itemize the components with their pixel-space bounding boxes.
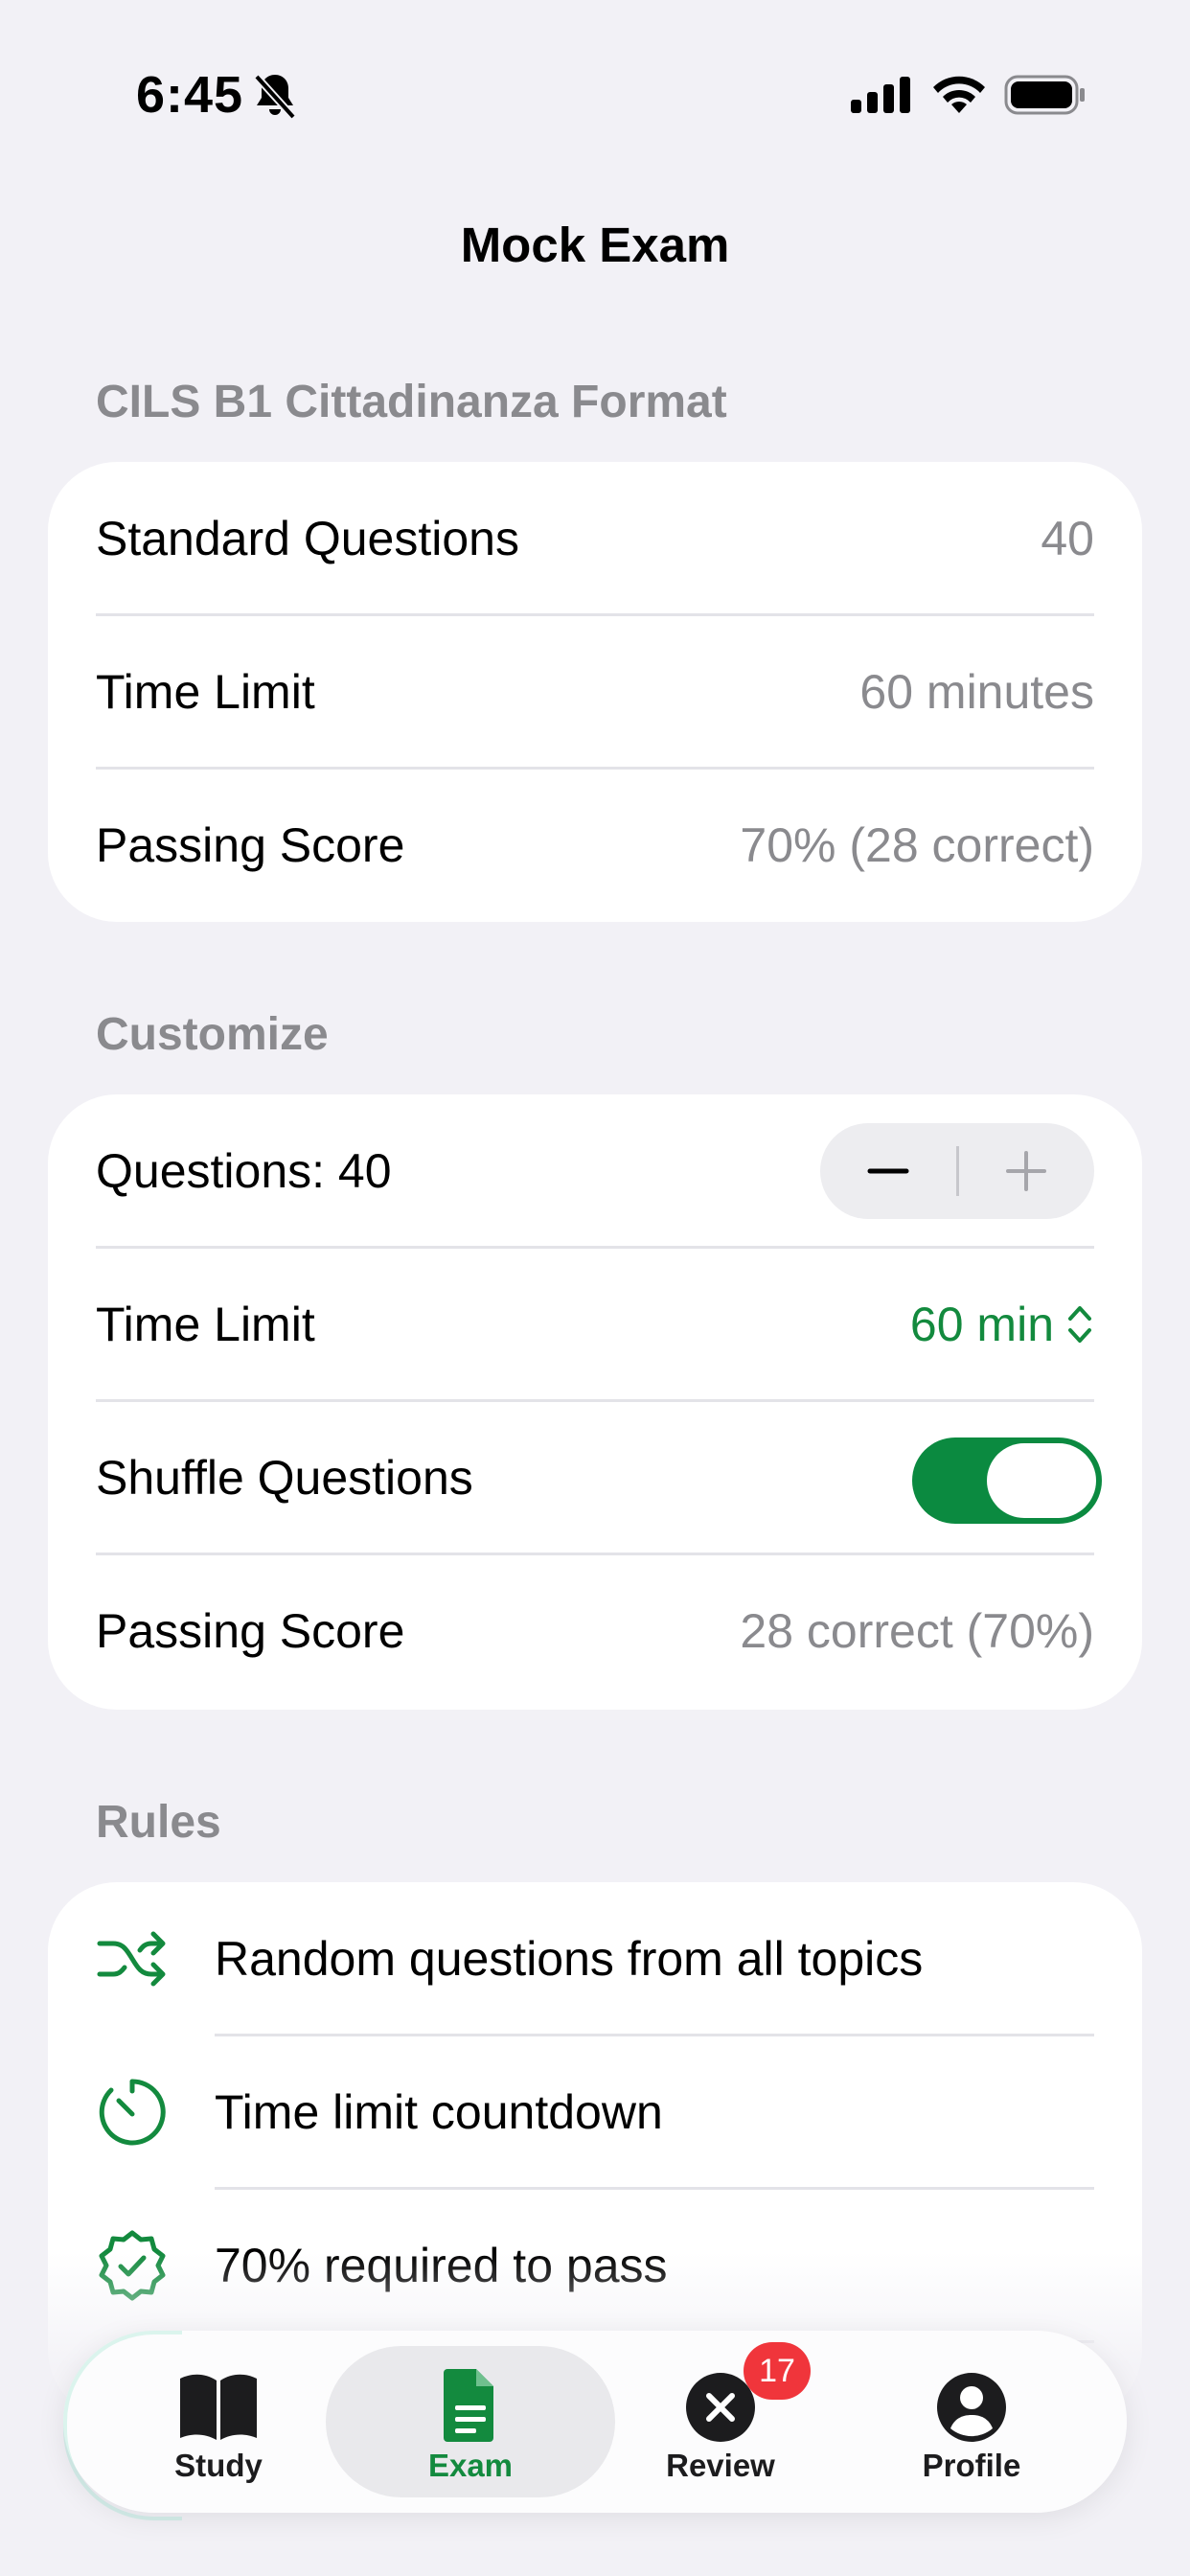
document-icon [444,2369,493,2442]
customize-card: Questions: 40 Time Limit 60 min Shuffle … [48,1094,1142,1710]
time-limit-picker[interactable]: 60 min [910,1297,1094,1352]
tab-label: Profile [922,2448,1021,2483]
rule-text: Time limit countdown [215,2085,663,2139]
shuffle-toggle[interactable] [912,1438,1102,1524]
customize-section-header: Customize [96,1009,329,1060]
format-section-header: CILS B1 Cittadinanza Format [96,377,727,427]
cellular-signal-icon [851,77,910,113]
tab-exam[interactable]: Exam [355,2331,585,2513]
rule-text: Random questions from all topics [215,1932,924,1986]
shuffle-row: Shuffle Questions [96,1401,1102,1554]
battery-icon [1004,75,1085,115]
time-limit-picker-row[interactable]: Time Limit 60 min [96,1248,1094,1401]
row-value: 28 correct (70%) [740,1604,1094,1658]
bell-slash-icon [254,74,296,120]
tab-label: Exam [427,2448,514,2483]
shuffle-label: Shuffle Questions [96,1451,473,1505]
page-title: Mock Exam [460,218,730,272]
shuffle-icon [97,1931,166,1987]
format-card: Standard Questions 40 Time Limit 60 minu… [48,462,1142,922]
book-icon [180,2374,257,2440]
rule-item: Time limit countdown [48,2036,1142,2189]
tab-label: Review [666,2448,775,2483]
status-bar: 6:45 [0,0,1190,192]
time-limit-value: 60 min [909,1298,1054,1351]
review-badge: 17 [744,2342,811,2400]
questions-count-label: Questions: 40 [96,1144,392,1198]
standard-questions-row: Standard Questions 40 [96,462,1094,615]
person-circle-icon [937,2373,1006,2442]
questions-stepper [820,1123,1094,1219]
row-label: Passing Score [96,1604,405,1658]
toggle-knob [987,1443,1096,1518]
increment-button[interactable] [958,1123,1094,1219]
rules-section-header: Rules [96,1797,221,1848]
custom-passing-score-row: Passing Score 28 correct (70%) [96,1554,1094,1708]
row-value: 40 [1041,512,1094,565]
row-label: Passing Score [96,818,405,872]
row-label: Standard Questions [96,512,519,565]
passing-score-row: Passing Score 70% (28 correct) [96,769,1094,922]
tab-bar: Study Exam Review Profile [63,2331,1127,2513]
row-label: Time Limit [96,665,315,719]
wifi-icon [933,76,985,113]
decrement-button[interactable] [820,1123,956,1219]
row-value: 60 minutes [859,665,1094,719]
tab-profile[interactable]: Profile [857,2331,1087,2513]
timer-icon [99,2079,166,2146]
time-limit-label: Time Limit [96,1298,315,1351]
chevron-up-down-icon [1068,1306,1091,1343]
status-time: 6:45 [136,66,244,124]
rule-item: Random questions from all topics [48,1882,1142,2036]
row-value: 70% (28 correct) [740,818,1094,872]
time-limit-row: Time Limit 60 minutes [96,615,1094,769]
